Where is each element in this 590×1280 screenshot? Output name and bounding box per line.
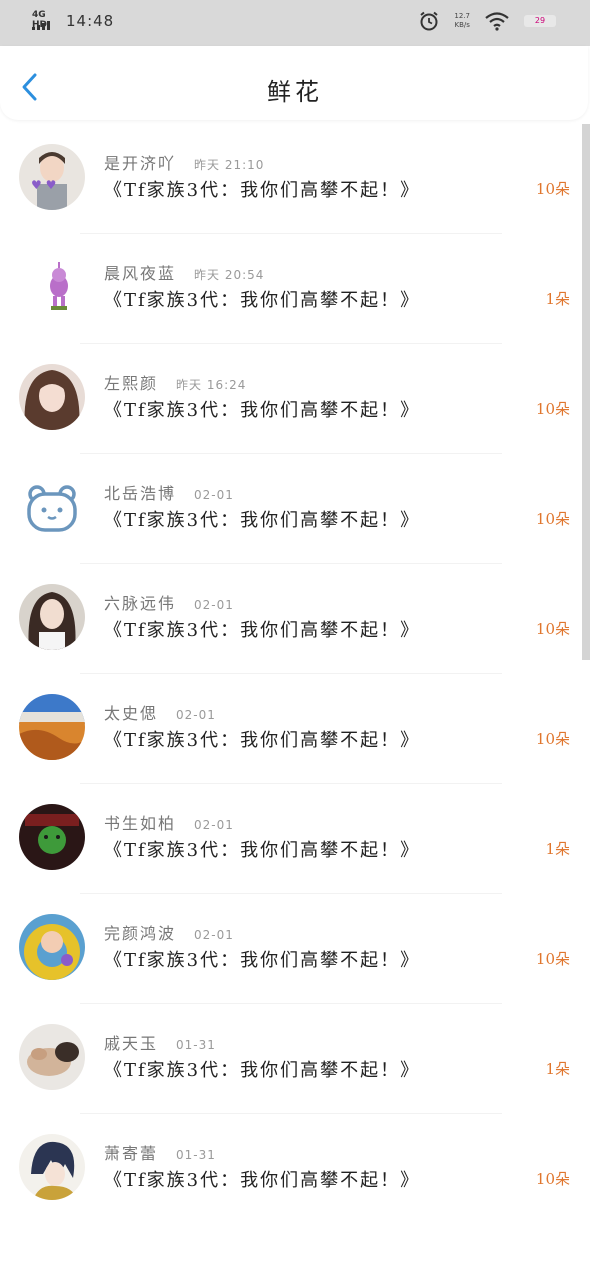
flower-count: 10朵 [535,510,570,528]
avatar [19,254,85,320]
list-item[interactable]: 晨风夜蓝 昨天 20:54 《Tf家族3代：我你们高攀不起！》 1朵 [0,234,582,344]
flower-list: ♥ ♥ 是开济吖 昨天 21:10 《Tf家族3代：我你们高攀不起！》 10朵 … [0,124,582,1224]
list-item[interactable]: 萧寄蕾 01-31 《Tf家族3代：我你们高攀不起！》 10朵 [0,1114,582,1224]
list-item[interactable]: 六脉远伟 02-01 《Tf家族3代：我你们高攀不起！》 10朵 [0,564,582,674]
network-speed: 12.7 KB/s [454,12,470,30]
list-item[interactable]: 书生如柏 02-01 《Tf家族3代：我你们高攀不起！》 1朵 [0,784,582,894]
speed-unit: KB/s [454,21,470,29]
list-item[interactable]: 北岳浩博 02-01 《Tf家族3代：我你们高攀不起！》 10朵 [0,454,582,564]
flower-count: 10朵 [535,400,570,418]
message-text: 《Tf家族3代：我你们高攀不起！》 [104,840,421,861]
status-left: 4G HD 14:48 [32,10,114,32]
avatar [19,474,85,540]
scrollbar[interactable] [582,124,590,660]
svg-text:♥ ♥: ♥ ♥ [31,178,56,192]
message-text: 《Tf家族3代：我你们高攀不起！》 [104,1170,421,1191]
signal-icon: 4G HD [32,10,58,32]
status-bar: 4G HD 14:48 12.7 KB/s 29 [0,0,590,46]
avatar [19,364,85,430]
speed-value: 12.7 [454,12,470,20]
flower-count: 10朵 [535,620,570,638]
flower-count: 10朵 [535,950,570,968]
send-time: 01-31 [176,1148,216,1162]
status-time: 14:48 [66,12,115,30]
flower-count: 10朵 [535,1170,570,1188]
send-time: 昨天 20:54 [194,268,265,282]
message-text: 《Tf家族3代：我你们高攀不起！》 [104,290,421,311]
battery-level: 29 [534,16,546,25]
list-item[interactable]: ♥ ♥ 是开济吖 昨天 21:10 《Tf家族3代：我你们高攀不起！》 10朵 [0,124,582,234]
wifi-icon [485,12,509,31]
message-text: 《Tf家族3代：我你们高攀不起！》 [104,400,421,421]
avatar [19,1134,85,1200]
flower-count: 1朵 [545,840,570,858]
message-text: 《Tf家族3代：我你们高攀不起！》 [104,730,421,751]
sender-name: 戚天玉 [104,1034,159,1053]
flower-count: 10朵 [535,730,570,748]
flower-count: 1朵 [545,1060,570,1078]
sender-name: 左熙颜 [104,374,159,393]
message-text: 《Tf家族3代：我你们高攀不起！》 [104,510,421,531]
list-item[interactable]: 太史偲 02-01 《Tf家族3代：我你们高攀不起！》 10朵 [0,674,582,784]
avatar [19,1024,85,1090]
flower-count: 1朵 [545,290,570,308]
send-time: 01-31 [176,1038,216,1052]
sender-name: 书生如柏 [104,814,177,833]
avatar [19,694,85,760]
message-text: 《Tf家族3代：我你们高攀不起！》 [104,950,421,971]
sender-name: 晨风夜蓝 [104,264,177,283]
message-text: 《Tf家族3代：我你们高攀不起！》 [104,1060,421,1081]
page-title: 鲜花 [267,78,323,106]
avatar: ♥ ♥ [19,144,85,210]
message-text: 《Tf家族3代：我你们高攀不起！》 [104,620,421,641]
list-item[interactable]: 完颜鸿波 02-01 《Tf家族3代：我你们高攀不起！》 10朵 [0,894,582,1004]
send-time: 02-01 [194,928,234,942]
sender-name: 是开济吖 [104,154,177,173]
sender-name: 完颜鸿波 [104,924,177,943]
alarm-icon [420,11,439,31]
send-time: 昨天 21:10 [194,158,265,172]
status-right: 12.7 KB/s 29 [418,10,556,32]
list-item[interactable]: 戚天玉 01-31 《Tf家族3代：我你们高攀不起！》 1朵 [0,1004,582,1114]
send-time: 02-01 [176,708,216,722]
send-time: 02-01 [194,488,234,502]
flower-count: 10朵 [535,180,570,198]
avatar [19,584,85,650]
send-time: 昨天 16:24 [176,378,247,392]
header: 鲜花 [0,46,588,120]
sender-name: 六脉远伟 [104,594,177,613]
avatar [19,914,85,980]
sender-name: 萧寄蕾 [104,1144,159,1163]
avatar [19,804,85,870]
send-time: 02-01 [194,598,234,612]
sender-name: 北岳浩博 [104,484,177,503]
sender-name: 太史偲 [104,704,159,723]
message-text: 《Tf家族3代：我你们高攀不起！》 [104,180,421,201]
send-time: 02-01 [194,818,234,832]
battery-icon: 29 [524,15,556,27]
list-item[interactable]: 左熙颜 昨天 16:24 《Tf家族3代：我你们高攀不起！》 10朵 [0,344,582,454]
